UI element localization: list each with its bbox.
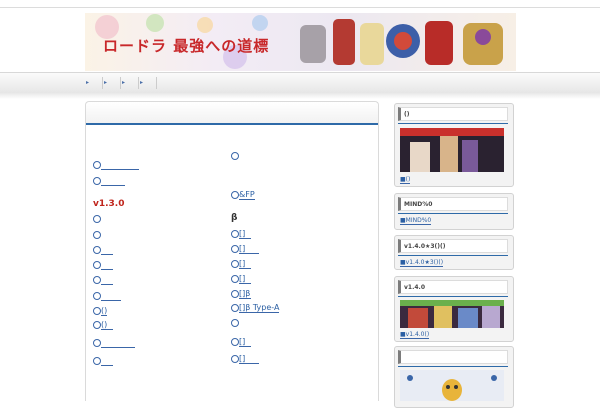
right-link-text: []: [239, 229, 251, 239]
circle-bullet-icon: [231, 260, 239, 268]
circle-bullet-icon: [231, 290, 239, 298]
right-link-text: []: [239, 354, 259, 364]
banner-title: ロードラ 最強への道標: [103, 37, 270, 55]
circle-bullet-icon: [93, 246, 101, 254]
left-link-text: [101, 291, 121, 301]
widget-link[interactable]: ■(): [400, 176, 411, 184]
left-link[interactable]: [93, 230, 101, 240]
right-link-text: []: [239, 244, 259, 254]
nav-item-4[interactable]: ▸: [140, 77, 157, 89]
right-link-text: []: [239, 337, 251, 347]
circle-bullet-icon: [93, 177, 101, 185]
right-link-text: []β Type-A: [239, 303, 280, 313]
circle-bullet-icon: [93, 307, 101, 315]
nav-item-3[interactable]: ▸: [122, 77, 139, 89]
widget-divider: [398, 296, 508, 297]
widget-banner-image[interactable]: [400, 128, 504, 172]
left-link[interactable]: (): [93, 306, 108, 316]
right-link[interactable]: [231, 318, 239, 328]
widget-divider: [398, 213, 508, 214]
circle-bullet-icon: [93, 321, 101, 329]
left-link-text: [101, 160, 139, 170]
widget-link[interactable]: ■v1.4.0(): [400, 331, 430, 339]
left-link[interactable]: [93, 245, 113, 255]
left-link[interactable]: (): [93, 320, 113, 330]
circle-bullet-icon: [231, 355, 239, 363]
sidebar-widget-2: MIND%0 ■MIND%0: [394, 193, 514, 230]
main-header: [86, 102, 378, 125]
right-link-text: []: [239, 274, 251, 284]
circle-bullet-icon: [231, 275, 239, 283]
widget-divider: [398, 123, 508, 124]
left-link[interactable]: [93, 356, 113, 366]
left-link[interactable]: [93, 338, 135, 348]
circle-bullet-icon: [93, 231, 101, 239]
left-link-text: [101, 260, 113, 270]
widget-screenshot-image[interactable]: [400, 370, 504, 401]
nav-bar: ▸ ▸ ▸ ▸: [0, 72, 600, 94]
widget-title: (): [398, 107, 508, 121]
circle-bullet-icon: [231, 191, 239, 199]
site-banner[interactable]: ロードラ 最強への道標: [85, 13, 516, 71]
circle-bullet-icon: [93, 339, 101, 347]
left-link-text: [101, 356, 113, 366]
nav-item-1[interactable]: ▸: [86, 77, 103, 89]
right-link[interactable]: []β: [231, 289, 251, 299]
circle-bullet-icon: [93, 292, 101, 300]
sidebar-widget-3: v1.4.0★3()() ■v1.4.0★3()(): [394, 235, 514, 270]
widget-title: [398, 350, 508, 364]
widget-banner-image[interactable]: [400, 300, 504, 328]
right-link[interactable]: []β Type-A: [231, 303, 280, 313]
widget-link[interactable]: ■v1.4.0★3()(): [400, 259, 444, 267]
version-heading: v1.3.0: [93, 199, 125, 209]
left-link-text: [101, 275, 113, 285]
widget-title: MIND%0: [398, 197, 508, 211]
right-link[interactable]: []: [231, 229, 251, 239]
sidebar-widget-1: () ■(): [394, 103, 514, 187]
circle-bullet-icon: [231, 319, 239, 327]
left-link-text: (): [101, 306, 108, 316]
sidebar-widget-5: [394, 346, 514, 408]
top-strip: [0, 0, 600, 8]
nav-shadow: [0, 93, 600, 99]
right-link-text: &FP: [239, 190, 255, 200]
right-link[interactable]: []: [231, 259, 251, 269]
right-link[interactable]: []: [231, 337, 251, 347]
left-link-text: [101, 245, 113, 255]
left-link-text: (): [101, 320, 113, 330]
circle-bullet-icon: [231, 338, 239, 346]
circle-bullet-icon: [93, 261, 101, 269]
right-link[interactable]: []: [231, 274, 251, 284]
left-link[interactable]: [93, 291, 121, 301]
right-link[interactable]: [231, 151, 239, 161]
right-link-text: []: [239, 259, 251, 269]
left-link[interactable]: [93, 160, 139, 170]
left-link[interactable]: [93, 176, 125, 186]
widget-divider: [398, 366, 508, 367]
circle-bullet-icon: [93, 161, 101, 169]
left-link-text: [101, 176, 125, 186]
widget-divider: [398, 255, 508, 256]
circle-bullet-icon: [93, 215, 101, 223]
circle-bullet-icon: [231, 230, 239, 238]
right-link[interactable]: &FP: [231, 190, 255, 200]
circle-bullet-icon: [231, 245, 239, 253]
nav-item-2[interactable]: ▸: [104, 77, 121, 89]
left-link[interactable]: [93, 275, 113, 285]
sidebar-widget-4: v1.4.0 ■v1.4.0(): [394, 276, 514, 342]
circle-bullet-icon: [231, 152, 239, 160]
right-link[interactable]: []: [231, 244, 259, 254]
left-link[interactable]: [93, 260, 113, 270]
circle-bullet-icon: [93, 357, 101, 365]
beta-heading: β: [231, 213, 238, 223]
right-link-text: []β: [239, 289, 251, 299]
widget-link[interactable]: ■MIND%0: [400, 217, 432, 225]
widget-title: v1.4.0: [398, 280, 508, 294]
left-link-text: [101, 338, 135, 348]
circle-bullet-icon: [231, 304, 239, 312]
widget-title: v1.4.0★3()(): [398, 239, 508, 253]
right-link[interactable]: []: [231, 354, 259, 364]
circle-bullet-icon: [93, 276, 101, 284]
left-link[interactable]: [93, 214, 101, 224]
